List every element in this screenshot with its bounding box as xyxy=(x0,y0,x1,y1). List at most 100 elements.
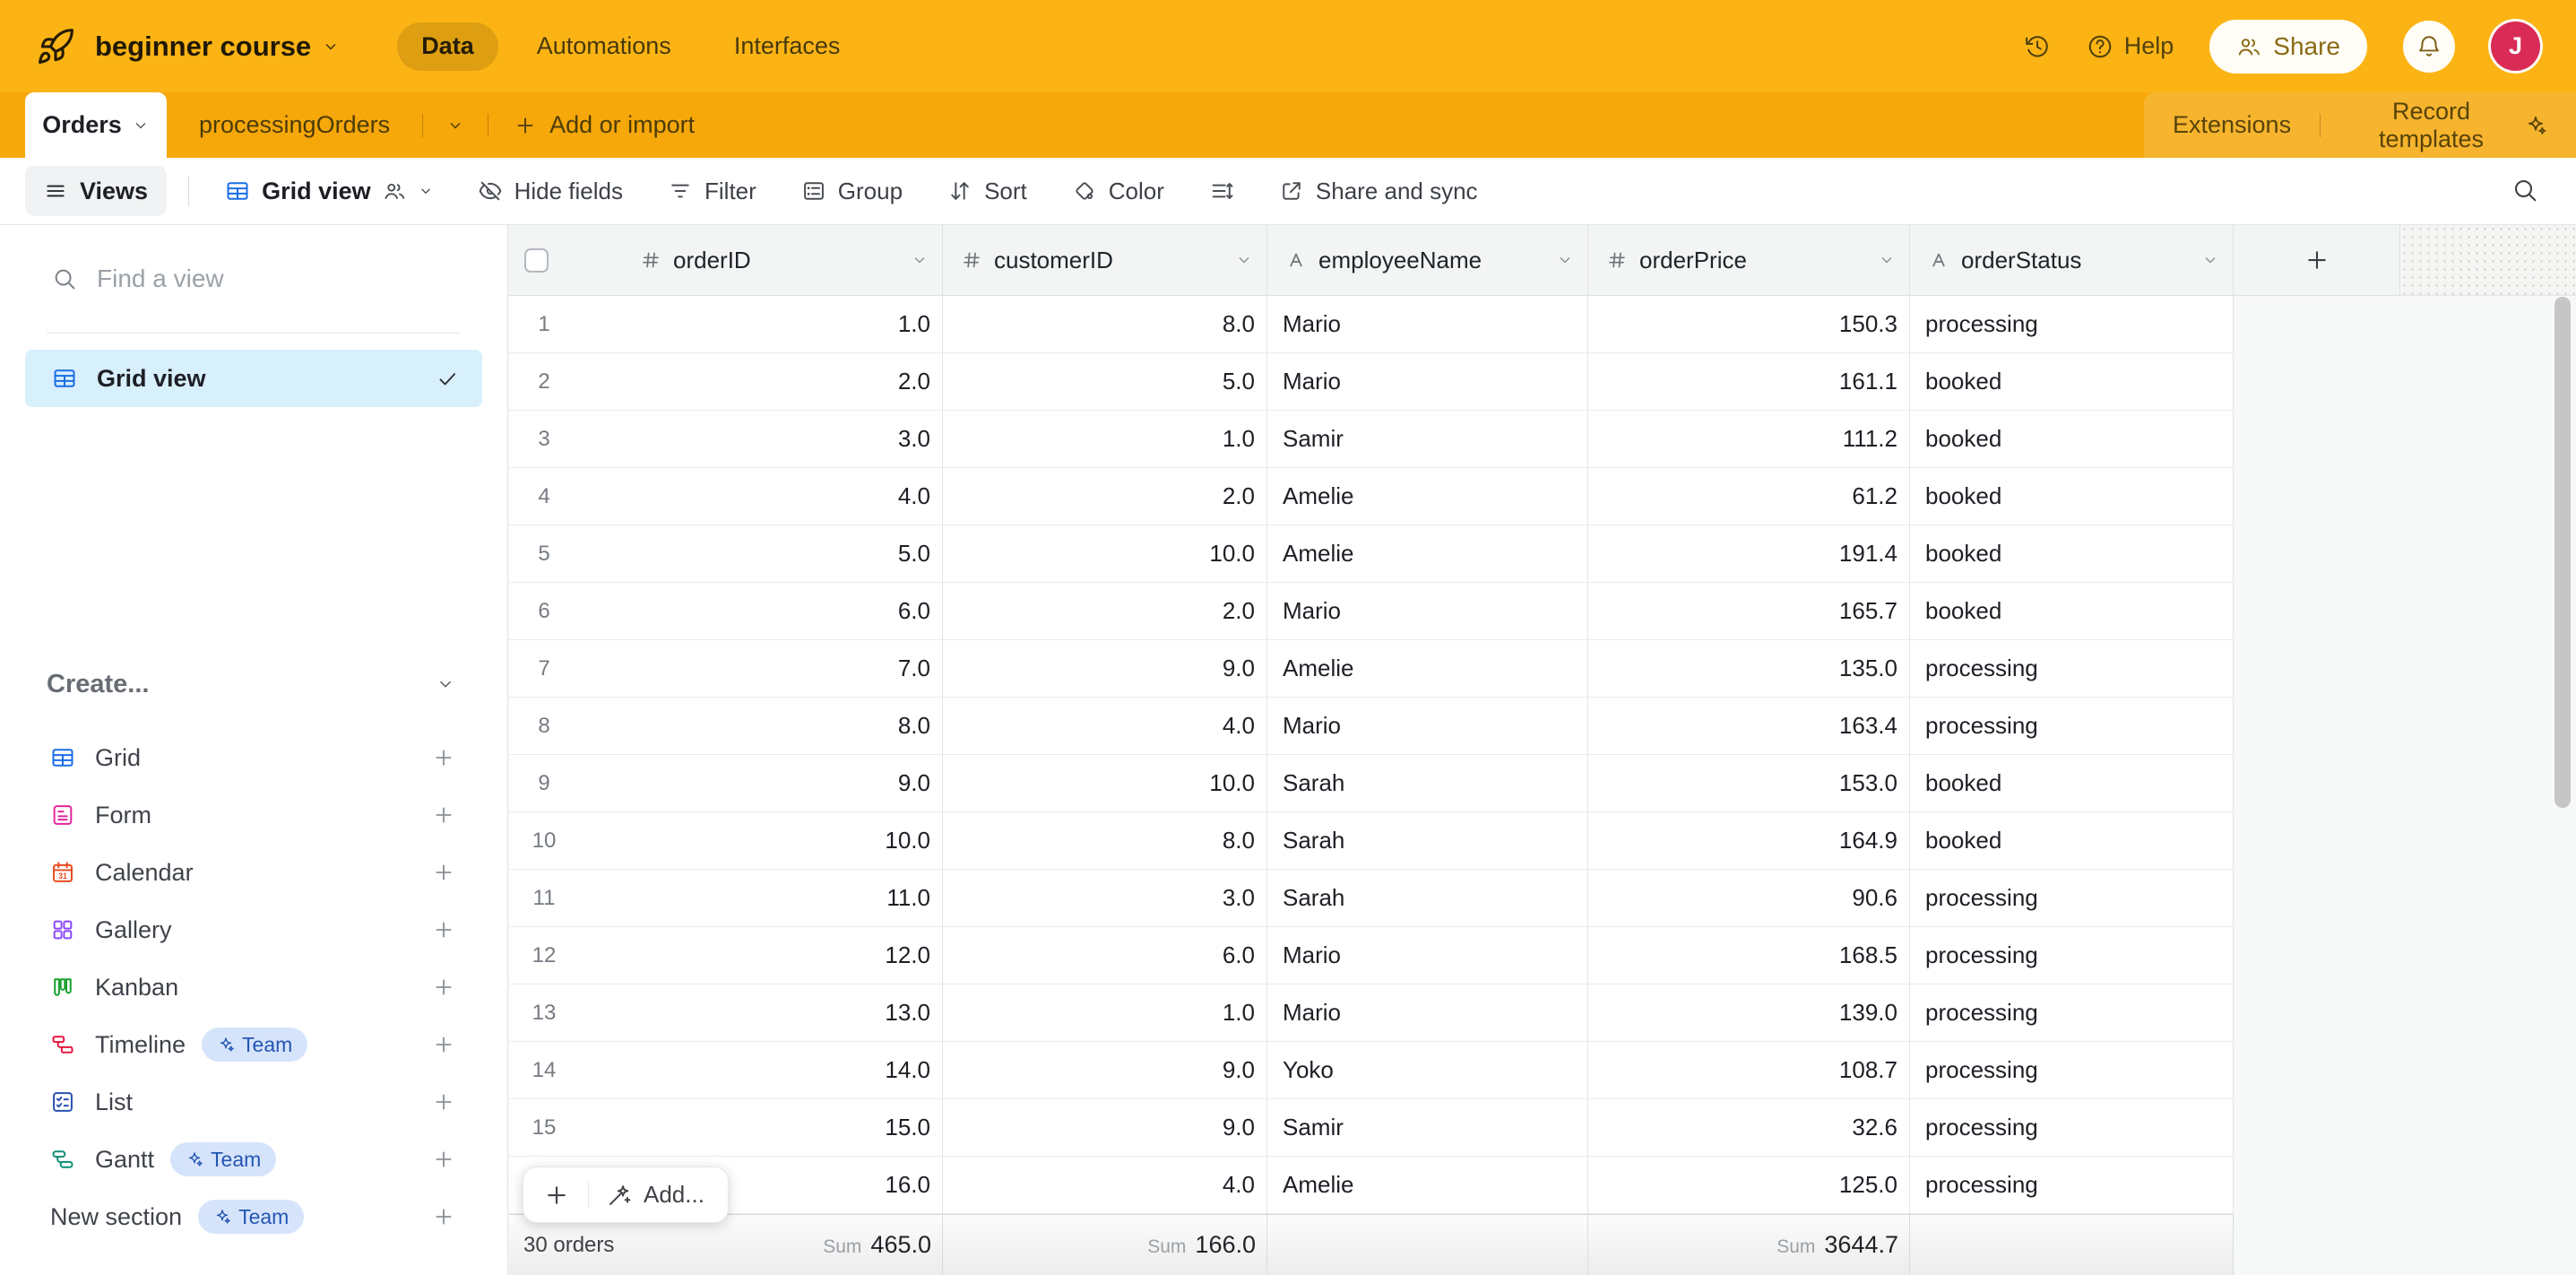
cell-orderStatus[interactable]: processing xyxy=(1910,1157,2234,1213)
cell-orderStatus[interactable]: processing xyxy=(1910,640,2234,697)
vertical-scrollbar-thumb[interactable] xyxy=(2554,297,2571,808)
record-templates-button[interactable]: Record templates xyxy=(2321,98,2576,153)
chevron-down-icon[interactable] xyxy=(2201,251,2219,269)
all-tables-dropdown[interactable] xyxy=(423,92,488,158)
summary-cell-orderPrice[interactable]: Sum3644.7 xyxy=(1588,1215,1910,1275)
cell-orderID[interactable]: 4.0 xyxy=(509,468,943,525)
cell-orderPrice[interactable]: 111.2 xyxy=(1588,411,1910,467)
cell-orderStatus[interactable]: booked xyxy=(1910,583,2234,639)
cell-customerID[interactable]: 4.0 xyxy=(943,1157,1267,1213)
cell-orderStatus[interactable]: processing xyxy=(1910,870,2234,926)
cell-customerID[interactable]: 1.0 xyxy=(943,411,1267,467)
plus-icon[interactable] xyxy=(432,918,455,941)
cell-orderID[interactable]: 6.0 xyxy=(509,583,943,639)
add-field-button[interactable] xyxy=(2234,225,2400,296)
share-and-sync-button[interactable]: Share and sync xyxy=(1264,166,1493,216)
add-record-plus-icon[interactable] xyxy=(543,1182,570,1209)
cell-orderID[interactable]: 13.0 xyxy=(509,984,943,1041)
plus-icon[interactable] xyxy=(432,1090,455,1114)
tab-orders[interactable]: Orders xyxy=(25,92,167,158)
column-header-customerID[interactable]: customerID xyxy=(943,225,1267,296)
cell-orderPrice[interactable]: 139.0 xyxy=(1588,984,1910,1041)
cell-employeeName[interactable]: Amelie xyxy=(1267,525,1588,582)
cell-customerID[interactable]: 10.0 xyxy=(943,755,1267,811)
cell-orderID[interactable]: 12.0 xyxy=(509,927,943,984)
cell-employeeName[interactable]: Mario xyxy=(1267,698,1588,754)
find-view-input[interactable] xyxy=(97,265,437,293)
column-header-orderStatus[interactable]: orderStatus xyxy=(1910,225,2234,296)
plus-icon[interactable] xyxy=(432,1033,455,1056)
cell-employeeName[interactable]: Amelie xyxy=(1267,468,1588,525)
group-button[interactable]: Group xyxy=(786,166,918,216)
column-header-orderID[interactable]: orderID xyxy=(509,225,943,296)
views-button[interactable]: Views xyxy=(25,166,167,216)
cell-orderStatus[interactable]: processing xyxy=(1910,1042,2234,1098)
history-button[interactable] xyxy=(2024,33,2051,60)
cell-orderStatus[interactable]: booked xyxy=(1910,411,2234,467)
cell-customerID[interactable]: 5.0 xyxy=(943,353,1267,410)
cell-orderStatus[interactable]: processing xyxy=(1910,698,2234,754)
cell-orderPrice[interactable]: 61.2 xyxy=(1588,468,1910,525)
cell-customerID[interactable]: 9.0 xyxy=(943,640,1267,697)
column-summary[interactable]: Sum166.0 xyxy=(1147,1231,1256,1259)
plus-icon[interactable] xyxy=(432,976,455,999)
create-item-timeline[interactable]: TimelineTeam xyxy=(0,1016,507,1073)
cell-employeeName[interactable]: Sarah xyxy=(1267,812,1588,869)
plus-icon[interactable] xyxy=(432,1148,455,1171)
cell-orderID[interactable]: 10.0 xyxy=(509,812,943,869)
create-item-new-section[interactable]: New sectionTeam xyxy=(0,1188,507,1245)
cell-orderPrice[interactable]: 135.0 xyxy=(1588,640,1910,697)
cell-customerID[interactable]: 9.0 xyxy=(943,1099,1267,1156)
row-height-button[interactable] xyxy=(1194,166,1249,216)
cell-orderID[interactable]: 2.0 xyxy=(509,353,943,410)
cell-orderPrice[interactable]: 161.1 xyxy=(1588,353,1910,410)
cell-orderPrice[interactable]: 165.7 xyxy=(1588,583,1910,639)
column-summary[interactable]: Sum3644.7 xyxy=(1776,1231,1898,1259)
cell-employeeName[interactable]: Mario xyxy=(1267,583,1588,639)
cell-orderPrice[interactable]: 108.7 xyxy=(1588,1042,1910,1098)
create-item-gallery[interactable]: Gallery xyxy=(0,901,507,958)
cell-orderID[interactable]: 1.0 xyxy=(509,296,943,352)
cell-orderStatus[interactable]: booked xyxy=(1910,525,2234,582)
cell-employeeName[interactable]: Mario xyxy=(1267,927,1588,984)
cell-orderID[interactable]: 11.0 xyxy=(509,870,943,926)
hide-fields-button[interactable]: Hide fields xyxy=(462,166,638,216)
select-all-checkbox[interactable] xyxy=(524,248,549,273)
nav-tab-automations[interactable]: Automations xyxy=(513,22,696,71)
cell-customerID[interactable]: 2.0 xyxy=(943,468,1267,525)
create-item-gantt[interactable]: GanttTeam xyxy=(0,1131,507,1188)
grid-view-button[interactable]: Grid view xyxy=(211,166,448,216)
cell-orderPrice[interactable]: 191.4 xyxy=(1588,525,1910,582)
summary-cell-employeeName[interactable] xyxy=(1267,1215,1588,1275)
cell-customerID[interactable]: 4.0 xyxy=(943,698,1267,754)
cell-employeeName[interactable]: Samir xyxy=(1267,1099,1588,1156)
notifications-button[interactable] xyxy=(2403,21,2455,73)
add-or-import-button[interactable]: Add or import xyxy=(488,92,720,158)
cell-employeeName[interactable]: Mario xyxy=(1267,984,1588,1041)
cell-orderPrice[interactable]: 90.6 xyxy=(1588,870,1910,926)
plus-icon[interactable] xyxy=(432,803,455,827)
cell-customerID[interactable]: 1.0 xyxy=(943,984,1267,1041)
cell-customerID[interactable]: 6.0 xyxy=(943,927,1267,984)
plus-icon[interactable] xyxy=(432,1205,455,1228)
create-item-list[interactable]: List xyxy=(0,1073,507,1131)
magic-add-icon[interactable] xyxy=(607,1183,632,1208)
cell-employeeName[interactable]: Mario xyxy=(1267,353,1588,410)
cell-orderID[interactable]: 14.0 xyxy=(509,1042,943,1098)
summary-cell-orderStatus[interactable] xyxy=(1910,1215,2234,1275)
cell-orderPrice[interactable]: 163.4 xyxy=(1588,698,1910,754)
cell-orderPrice[interactable]: 153.0 xyxy=(1588,755,1910,811)
chevron-down-icon[interactable] xyxy=(1235,251,1253,269)
cell-employeeName[interactable]: Sarah xyxy=(1267,755,1588,811)
create-section-header[interactable]: Create... xyxy=(0,657,507,711)
cell-orderStatus[interactable]: booked xyxy=(1910,468,2234,525)
create-item-calendar[interactable]: 31Calendar xyxy=(0,844,507,901)
cell-orderStatus[interactable]: booked xyxy=(1910,755,2234,811)
create-item-kanban[interactable]: Kanban xyxy=(0,958,507,1016)
cell-orderID[interactable]: 7.0 xyxy=(509,640,943,697)
cell-orderPrice[interactable]: 125.0 xyxy=(1588,1157,1910,1213)
plus-icon[interactable] xyxy=(432,861,455,884)
add-record-label[interactable]: Add... xyxy=(644,1181,705,1209)
add-record-pill[interactable]: Add... xyxy=(523,1167,729,1223)
extensions-button[interactable]: Extensions xyxy=(2144,111,2320,139)
